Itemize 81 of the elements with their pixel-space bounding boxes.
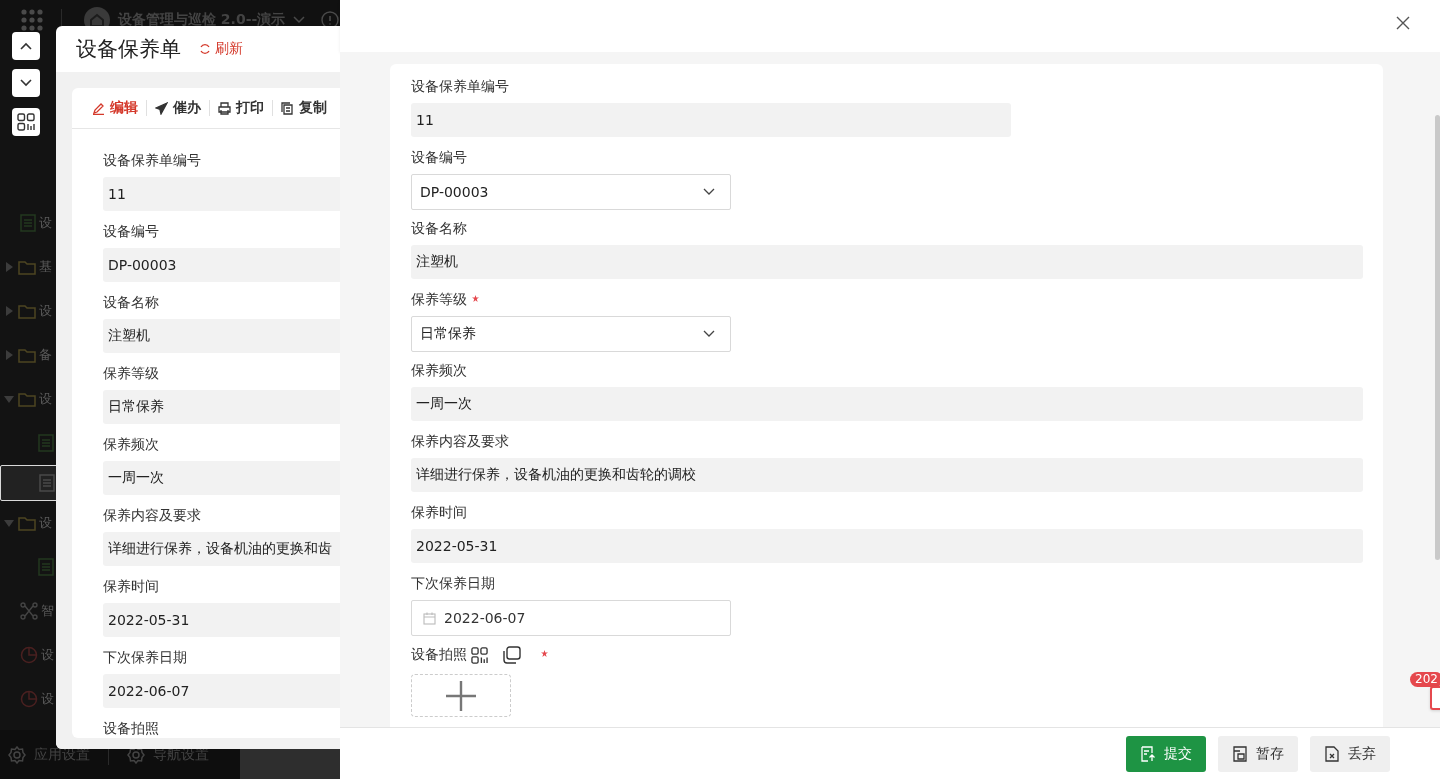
calendar-icon xyxy=(423,611,436,625)
date-field[interactable]: 2022-06-07 xyxy=(411,600,731,636)
field-label: 设备拍照 xyxy=(103,720,159,738)
document-icon xyxy=(38,434,54,452)
field-label: 设备编号 xyxy=(411,149,467,167)
scroll-up-button[interactable] xyxy=(12,32,40,60)
discard-button[interactable]: 丢弃 xyxy=(1310,735,1390,772)
toolbar-button[interactable]: 编辑 xyxy=(92,99,138,117)
folder-icon xyxy=(18,347,36,363)
save-icon xyxy=(1232,745,1248,762)
sidebar-item[interactable]: 设 xyxy=(0,377,56,421)
network-icon xyxy=(20,602,38,620)
document-x-icon xyxy=(1324,745,1340,762)
field-label: 设备拍照 xyxy=(411,646,467,664)
field-label: 下次保养日期 xyxy=(103,649,187,667)
field-value: 11 xyxy=(411,103,1011,137)
sidebar-item[interactable]: 设 xyxy=(0,289,56,333)
chevron-down-icon xyxy=(703,330,715,338)
select-field[interactable]: 日常保养 xyxy=(411,316,731,352)
submit-button[interactable]: 提交 xyxy=(1126,735,1206,772)
upload-button[interactable] xyxy=(411,674,511,717)
document-upload-icon xyxy=(1140,745,1156,762)
document-icon xyxy=(20,214,36,232)
folder-icon xyxy=(18,259,36,275)
document-icon xyxy=(38,558,54,576)
field-label: 保养频次 xyxy=(411,362,467,380)
chevron-down-icon xyxy=(20,79,32,87)
pie-chart-icon xyxy=(20,646,38,664)
pencil-icon xyxy=(92,101,105,115)
chevron-down-icon xyxy=(703,188,715,196)
field-label: 保养等级 xyxy=(411,291,467,309)
document-icon xyxy=(39,474,55,492)
select-field[interactable]: DP-00003 xyxy=(411,174,731,210)
close-icon xyxy=(1396,16,1410,30)
sidebar-item[interactable]: 设 xyxy=(0,677,56,721)
field-label: 保养内容及要求 xyxy=(103,507,201,525)
apps-icon[interactable] xyxy=(21,9,43,31)
save-draft-button[interactable]: 暂存 xyxy=(1218,735,1298,772)
field-label: 设备编号 xyxy=(103,223,159,241)
folder-icon xyxy=(18,303,36,319)
field-value: 注塑机 xyxy=(411,245,1363,279)
toolbar-button[interactable]: 催办 xyxy=(155,99,201,117)
field-label: 保养时间 xyxy=(411,504,467,522)
toolbar-button[interactable]: 打印 xyxy=(218,99,264,117)
plus-icon xyxy=(444,678,478,713)
pie-chart-icon xyxy=(20,690,38,708)
sidebar-item[interactable]: 设 xyxy=(0,201,56,245)
folder-icon xyxy=(18,515,36,531)
field-value: 2022-05-31 xyxy=(411,529,1363,563)
field-value: 一周一次 xyxy=(411,387,1363,421)
notification-badge: 202 xyxy=(1410,672,1440,687)
window-title: 设备保养单 xyxy=(76,36,181,63)
sidebar-item[interactable]: 备 xyxy=(0,333,56,377)
scroll-down-button[interactable] xyxy=(12,69,40,97)
toolbar-button[interactable]: 复制 xyxy=(281,99,327,117)
sidebar-item[interactable]: 设 xyxy=(0,633,56,677)
close-button[interactable] xyxy=(1395,15,1411,31)
folder-icon xyxy=(18,391,36,407)
field-label: 保养内容及要求 xyxy=(411,433,509,451)
field-label: 设备保养单编号 xyxy=(103,152,201,170)
info-icon[interactable] xyxy=(321,11,340,29)
copy-icon[interactable] xyxy=(502,646,521,664)
field-label: 保养频次 xyxy=(103,436,159,454)
sidebar-item[interactable]: 设 xyxy=(0,501,56,545)
field-label: 保养时间 xyxy=(103,578,159,596)
chevron-down-icon[interactable] xyxy=(293,16,306,24)
refresh-icon xyxy=(199,43,211,55)
field-label: 下次保养日期 xyxy=(411,575,495,593)
qr-code-button[interactable] xyxy=(12,108,40,136)
field-value: 详细进行保养，设备机油的更换和齿轮的调校 xyxy=(411,458,1363,492)
field-label: 设备名称 xyxy=(411,220,467,238)
field-label: 保养等级 xyxy=(103,365,159,383)
refresh-button[interactable]: 刷新 xyxy=(199,40,243,58)
field-label: 设备保养单编号 xyxy=(411,78,509,96)
sidebar-item[interactable]: 智 xyxy=(0,589,56,633)
paper-plane-icon xyxy=(155,101,168,115)
chevron-up-icon xyxy=(20,42,32,50)
printer-icon xyxy=(218,101,231,115)
copy-icon xyxy=(281,101,294,115)
sidebar-item[interactable]: 基 xyxy=(0,245,56,289)
field-label: 设备名称 xyxy=(103,294,159,312)
